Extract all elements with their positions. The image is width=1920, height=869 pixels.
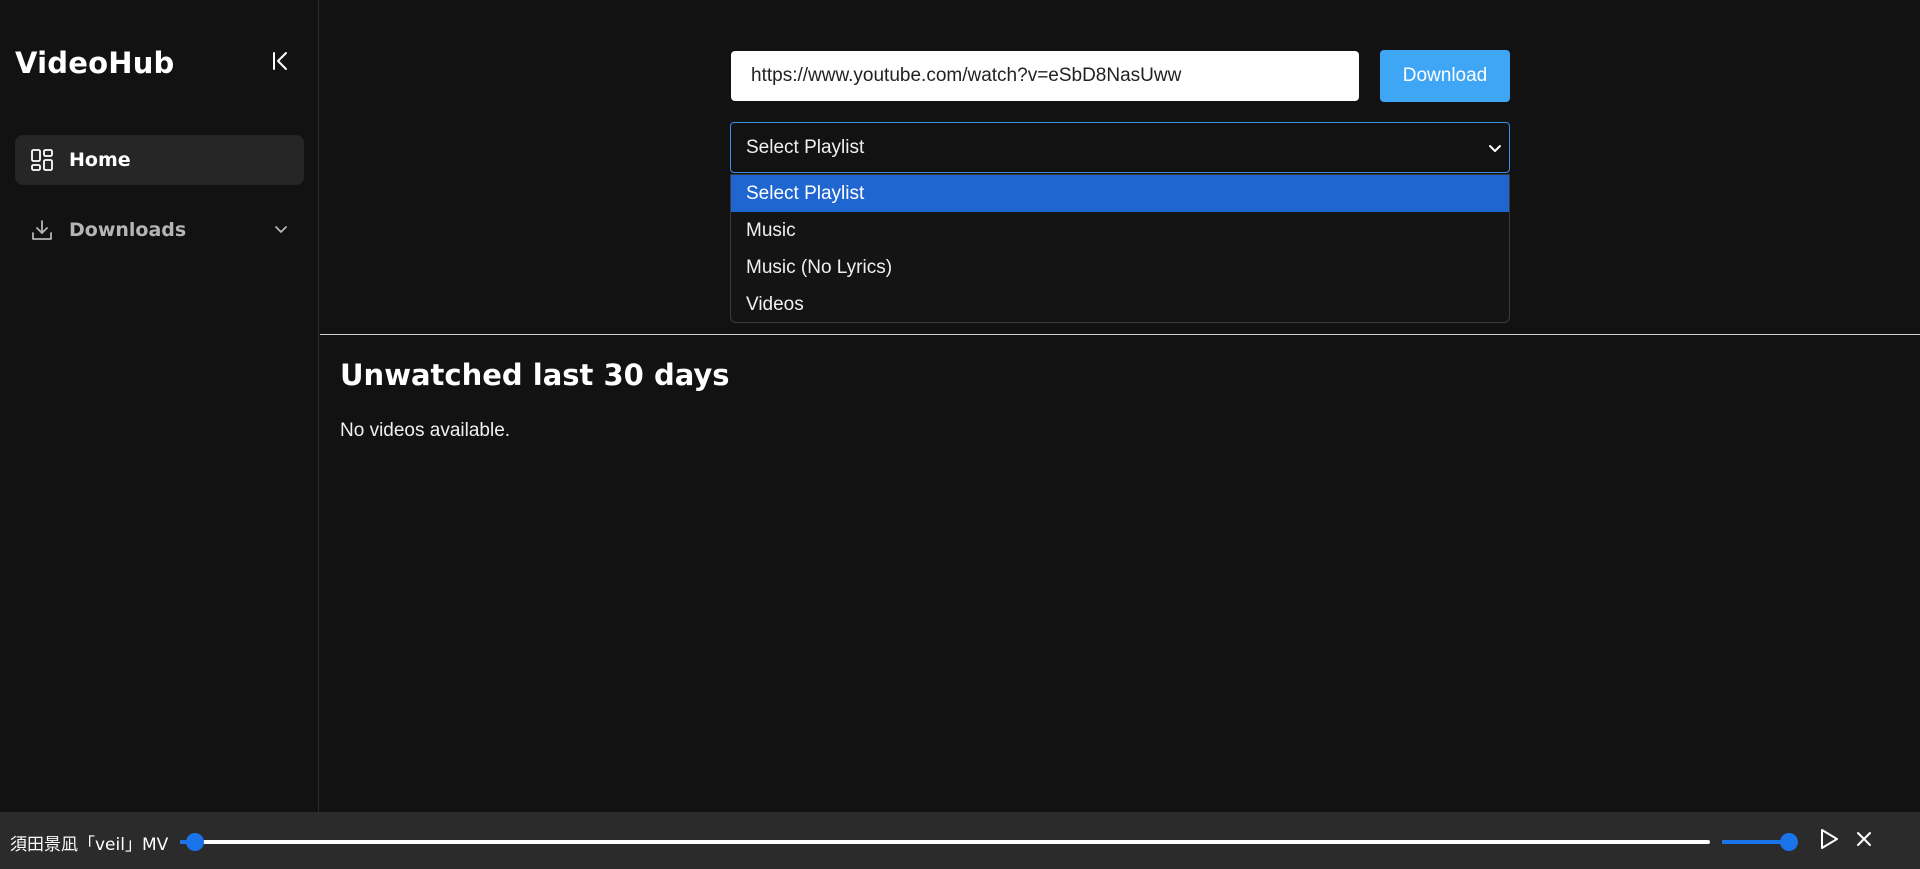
url-input[interactable]: [731, 51, 1359, 101]
playlist-dropdown-list: Select Playlist Music Music (No Lyrics) …: [730, 174, 1510, 323]
sidebar: VideoHub Home Downloads: [0, 0, 319, 812]
playlist-select[interactable]: Select Playlist: [730, 122, 1510, 173]
section-title: Unwatched last 30 days: [340, 358, 730, 392]
chevron-down-icon: [1489, 145, 1501, 152]
volume-slider[interactable]: [1722, 833, 1798, 851]
volume-handle[interactable]: [1780, 833, 1798, 851]
chevron-down-icon[interactable]: [270, 219, 292, 241]
sidebar-item-home[interactable]: Home: [15, 135, 304, 185]
player-bar: 須田景凪「veil」MV: [0, 812, 1920, 869]
divider: [320, 334, 1920, 335]
close-player-button[interactable]: [1849, 826, 1879, 856]
track-title: 須田景凪「veil」MV: [10, 835, 169, 855]
sidebar-item-downloads[interactable]: Downloads: [15, 205, 304, 255]
sidebar-item-label: Downloads: [69, 219, 187, 241]
app-brand: VideoHub: [15, 46, 175, 80]
playlist-option[interactable]: Videos: [731, 286, 1509, 322]
playlist-option[interactable]: Music: [731, 212, 1509, 249]
play-icon: [1818, 827, 1840, 855]
play-button[interactable]: [1814, 826, 1844, 856]
playlist-option[interactable]: Music (No Lyrics): [731, 249, 1509, 286]
playlist-select-value: Select Playlist: [746, 136, 865, 158]
playlist-option[interactable]: Select Playlist: [731, 175, 1509, 212]
close-icon: [1855, 830, 1873, 852]
grid-icon: [29, 147, 55, 173]
volume-level: [1722, 840, 1789, 844]
seek-handle[interactable]: [186, 833, 205, 851]
seek-slider[interactable]: [180, 833, 1710, 851]
download-icon: [29, 217, 55, 243]
download-button[interactable]: Download: [1380, 50, 1510, 102]
collapse-sidebar-button[interactable]: [266, 48, 296, 78]
collapse-sidebar-icon: [271, 51, 291, 75]
empty-state-text: No videos available.: [340, 420, 511, 441]
sidebar-item-label: Home: [69, 149, 131, 171]
